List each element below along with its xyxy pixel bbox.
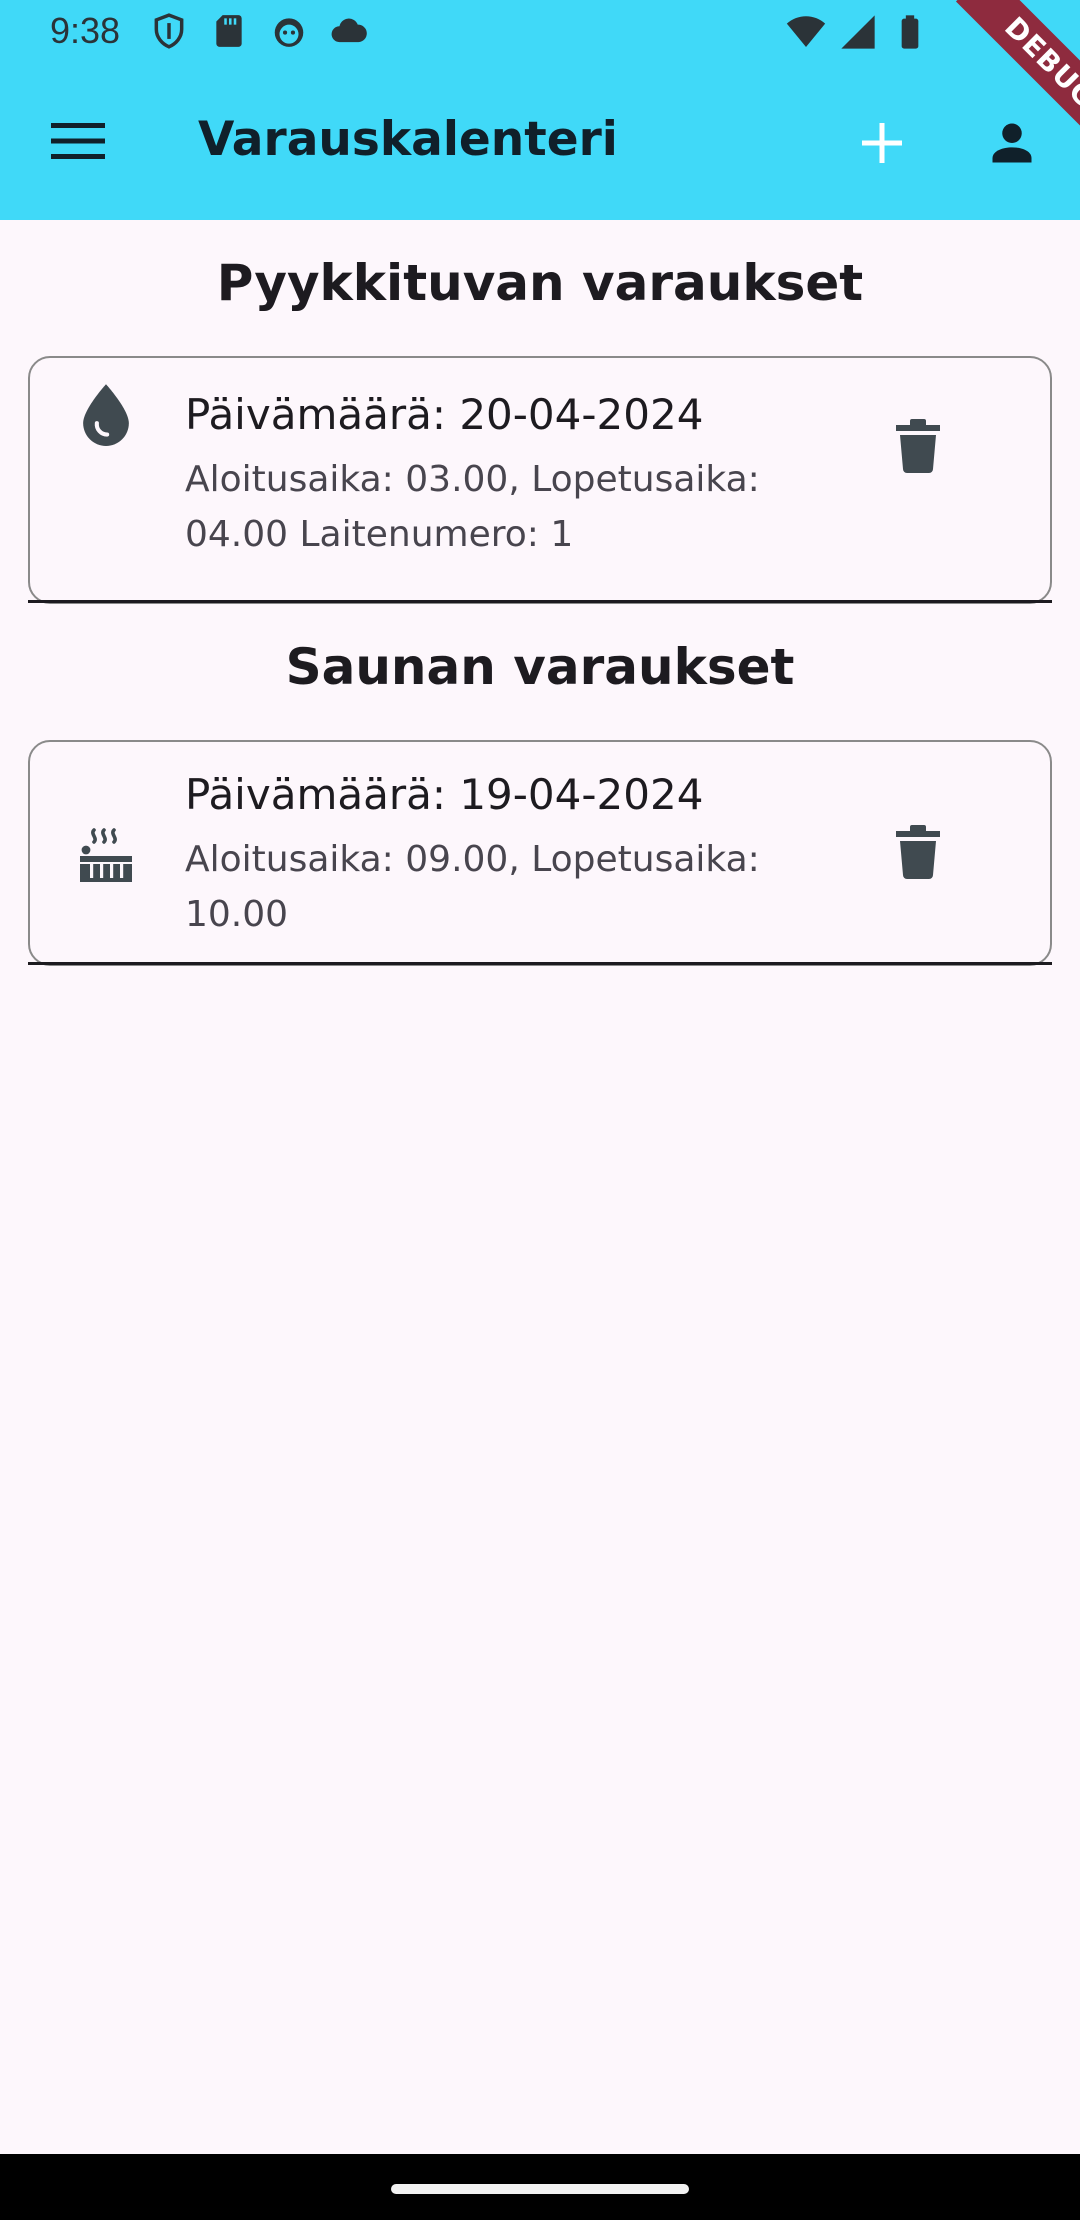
shield-icon — [150, 12, 188, 50]
sd-card-icon — [210, 12, 248, 50]
reservation-details: Aloitusaika: 03.00, Lopetusaika: 04.00 L… — [185, 452, 785, 562]
status-time: 9:38 — [50, 10, 121, 51]
trash-icon — [896, 825, 940, 879]
account-button[interactable] — [980, 111, 1044, 175]
person-icon — [992, 123, 1032, 163]
screen: 9:38 Varauskalenteri DEBUG Pyykkituvan v… — [0, 0, 1080, 2220]
app-title: Varauskalenteri — [198, 112, 618, 167]
divider — [28, 962, 1052, 965]
battery-icon — [890, 12, 930, 52]
reservation-date: Päivämäärä: 20-04-2024 — [185, 390, 704, 439]
status-icons-left — [150, 12, 368, 50]
reservation-details: Aloitusaika: 09.00, Lopetusaika: 10.00 — [185, 832, 785, 942]
signal-icon — [838, 12, 878, 52]
section-title-sauna: Saunan varaukset — [285, 638, 795, 696]
reservation-details-line: 04.00 Laitenumero: 1 — [185, 514, 574, 555]
home-indicator[interactable] — [391, 2184, 689, 2194]
reservation-details-line: Aloitusaika: 09.00, Lopetusaika: — [185, 839, 760, 880]
hot-tub-icon — [70, 820, 142, 892]
delete-button[interactable] — [878, 406, 958, 486]
reservation-details-line: 10.00 — [185, 894, 289, 935]
divider — [28, 600, 1052, 603]
delete-button[interactable] — [878, 812, 958, 892]
reservation-date: Päivämäärä: 19-04-2024 — [185, 770, 704, 819]
section-title-laundry: Pyykkituvan varaukset — [216, 254, 864, 312]
status-bar: 9:38 — [0, 0, 1080, 66]
menu-button[interactable] — [38, 111, 118, 171]
menu-icon — [51, 123, 105, 159]
add-icon — [862, 123, 902, 163]
app-bar: Varauskalenteri — [0, 66, 1080, 220]
status-icons-right — [786, 12, 930, 52]
android-face-icon — [270, 12, 308, 50]
wifi-icon — [786, 12, 826, 52]
reservation-details-line: Aloitusaika: 03.00, Lopetusaika: — [185, 459, 760, 500]
system-nav-bar — [0, 2154, 1080, 2220]
trash-icon — [896, 419, 940, 473]
cloud-icon — [330, 12, 368, 50]
water-drop-icon — [70, 378, 142, 450]
add-reservation-button[interactable] — [850, 111, 914, 175]
